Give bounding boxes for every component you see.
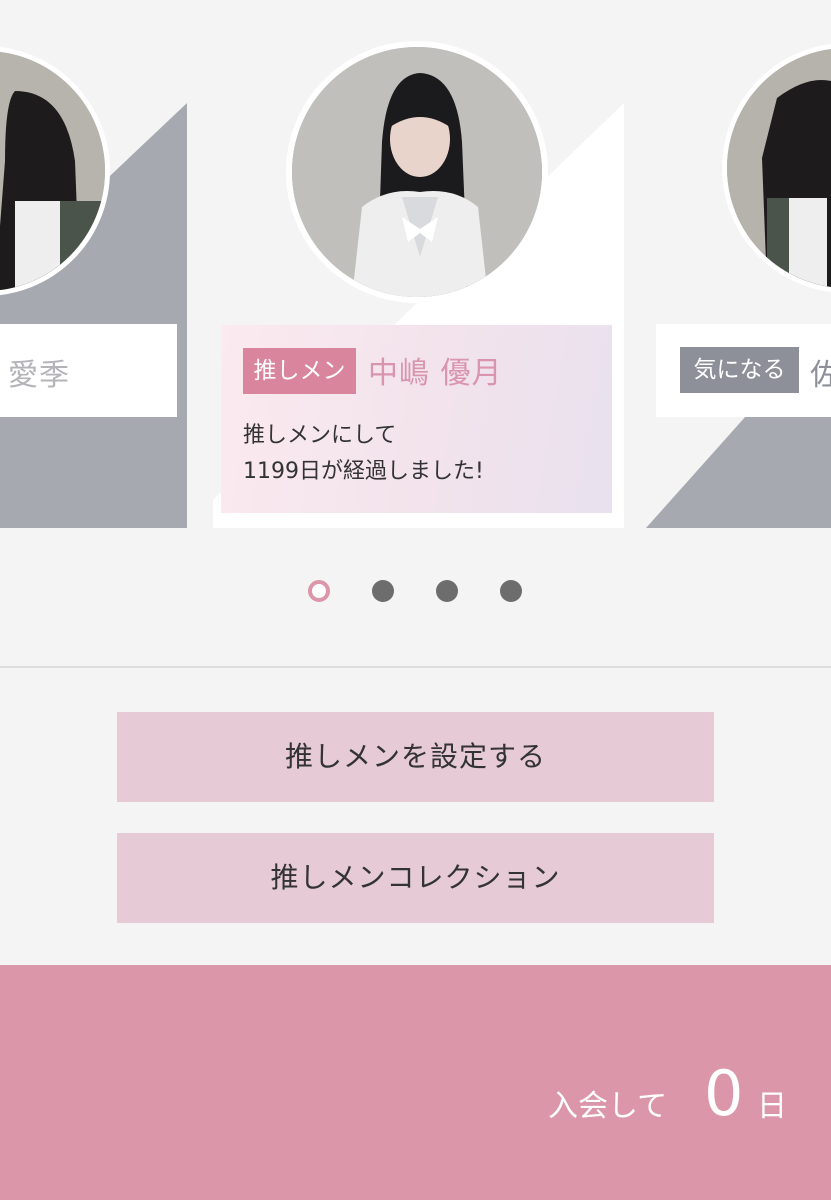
member-card-right[interactable]: 気になる 佐 bbox=[646, 0, 831, 530]
page-dot[interactable] bbox=[372, 580, 394, 602]
member-name-left: 愛季 bbox=[8, 358, 70, 393]
joined-label: 入会して bbox=[548, 1089, 668, 1124]
oshimen-collection-button[interactable]: 推しメンコレクション bbox=[117, 833, 714, 923]
oshimen-message-line2: 1199日が経過しました! bbox=[243, 459, 484, 484]
oshimen-carousel[interactable]: 愛季 推しメン 中嶋 優月 推しメンにして 1199日が経過しました! 気になる… bbox=[0, 0, 831, 560]
member-name-center: 中嶋 優月 bbox=[368, 356, 503, 391]
member-name-right: 佐 bbox=[810, 358, 831, 393]
days-since-joined: 0 bbox=[704, 1057, 744, 1130]
oshimen-info-box: 推しメン 中嶋 優月 推しメンにして 1199日が経過しました! bbox=[221, 325, 612, 513]
member-card-left[interactable]: 愛季 bbox=[0, 0, 190, 530]
interested-tag: 気になる bbox=[680, 347, 799, 393]
member-name-box-left: 愛季 bbox=[0, 324, 177, 417]
page-dot-active[interactable] bbox=[308, 580, 330, 602]
membership-footer: 入会して 0 日 bbox=[0, 965, 831, 1200]
member-name-box-right: 気になる 佐 bbox=[656, 324, 831, 417]
member-photo-center bbox=[286, 41, 548, 303]
section-divider bbox=[0, 666, 831, 668]
oshimen-message-line1: 推しメンにして bbox=[243, 423, 397, 448]
member-card-center[interactable]: 推しメン 中嶋 優月 推しメンにして 1199日が経過しました! bbox=[209, 0, 626, 530]
page-dot[interactable] bbox=[500, 580, 522, 602]
days-unit: 日 bbox=[757, 1089, 787, 1124]
set-oshimen-button[interactable]: 推しメンを設定する bbox=[117, 712, 714, 802]
page-dot[interactable] bbox=[436, 580, 458, 602]
carousel-page-indicator bbox=[0, 580, 831, 604]
oshimen-tag: 推しメン bbox=[243, 348, 356, 394]
